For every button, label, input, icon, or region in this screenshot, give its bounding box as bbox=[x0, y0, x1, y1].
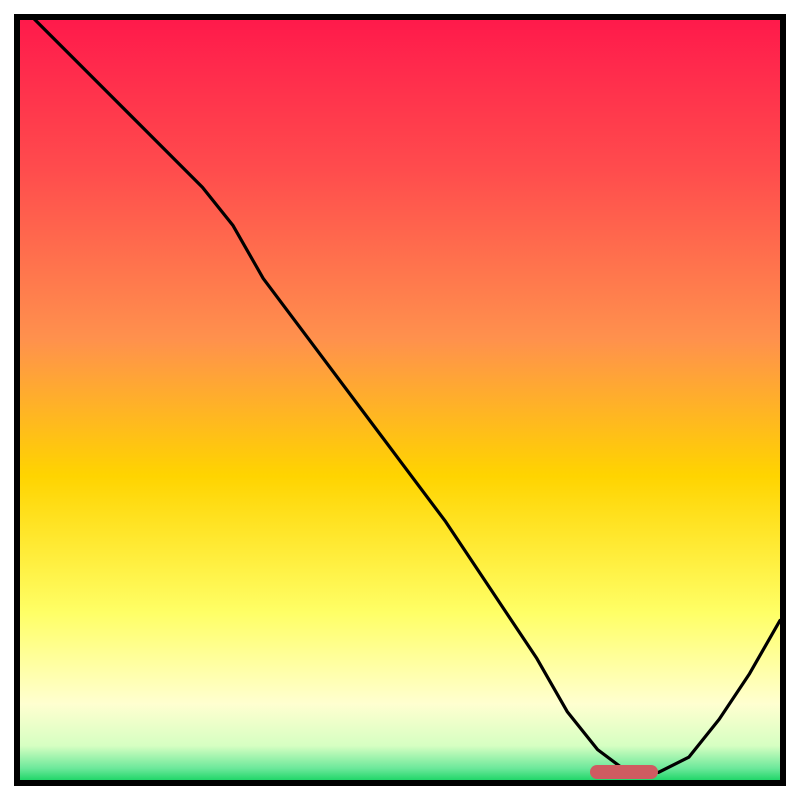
optimal-range-marker bbox=[590, 765, 658, 779]
bottleneck-chart bbox=[20, 20, 780, 780]
chart-frame: TheBottleneck.com bbox=[14, 14, 786, 786]
heat-background bbox=[20, 20, 780, 780]
